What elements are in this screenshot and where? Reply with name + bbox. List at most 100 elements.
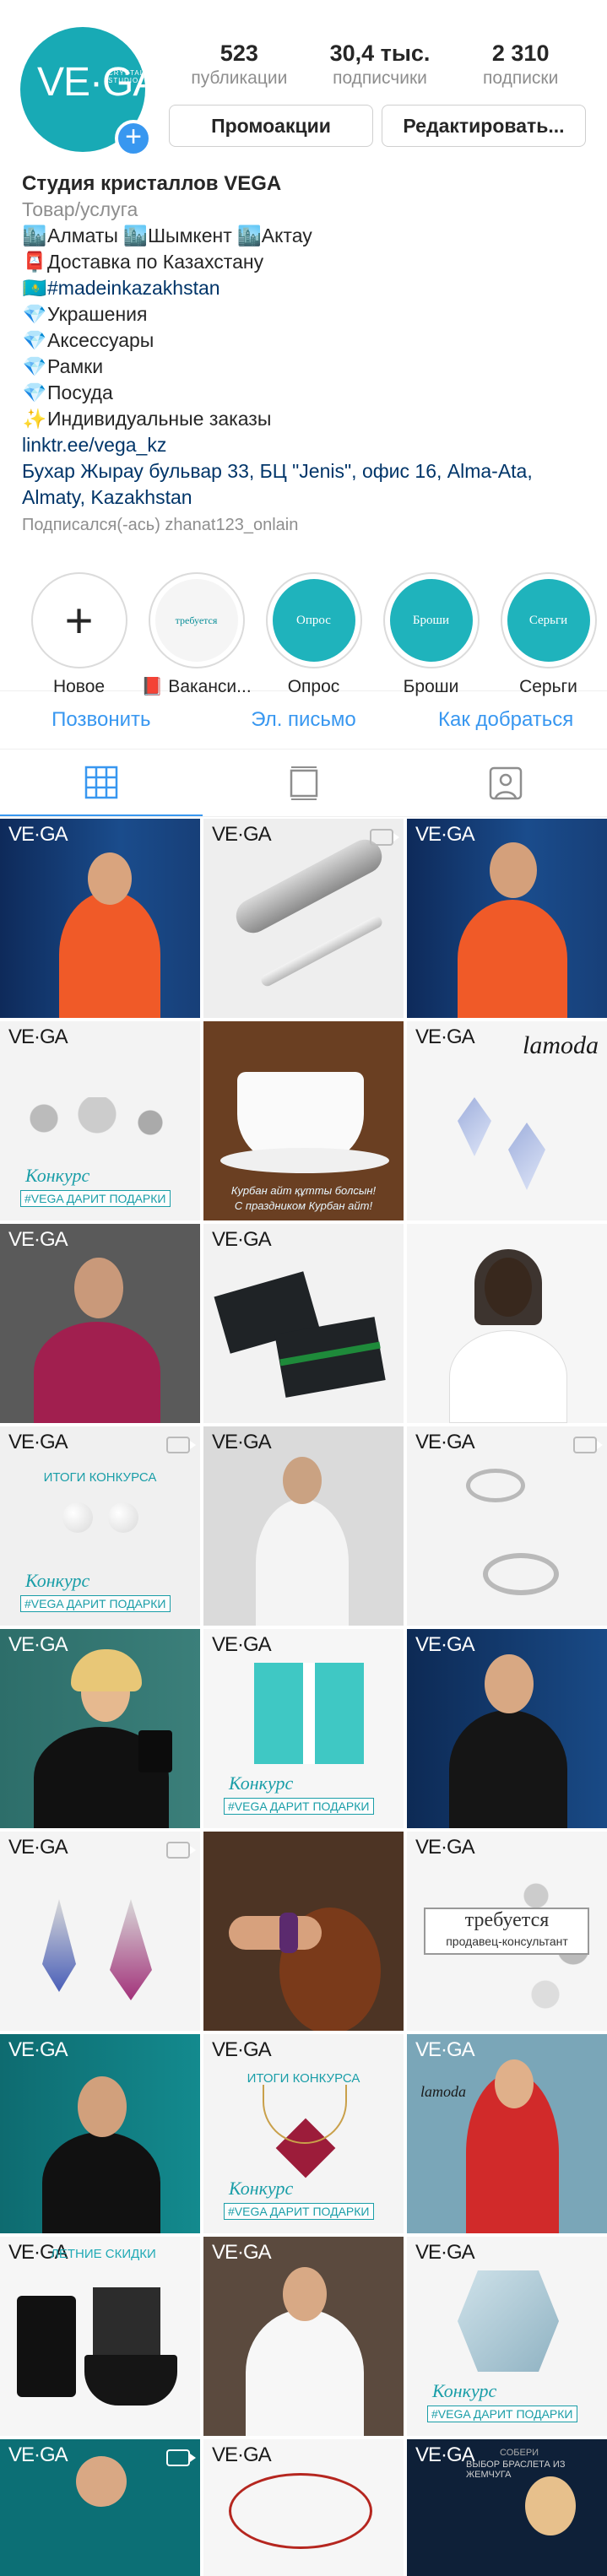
post-tile[interactable]: VE·GA [407, 1426, 607, 1626]
post-tile[interactable]: VE·GA [203, 2237, 404, 2436]
stat-posts[interactable]: 523 публикации [169, 39, 310, 89]
stat-followers[interactable]: 30,4 тыс. подписчики [310, 39, 451, 89]
stat-following[interactable]: 2 310 подписки [450, 39, 591, 89]
drop-earring [42, 1899, 76, 1992]
bio-line-text: Доставка по Казахстану [47, 251, 264, 273]
highlight-brooches[interactable]: Броши Броши [372, 572, 490, 696]
post-tile[interactable]: VE·GA [0, 2439, 200, 2576]
highlight-cover: Опрос [272, 579, 355, 662]
post-tile[interactable]: VE·GA требуется продавец-консультант [407, 1832, 607, 2031]
post-logo: VE·GA [8, 1026, 68, 1048]
post-logo: VE·GA [212, 2443, 272, 2466]
post-face [490, 842, 537, 898]
post-logo: VE·GA [415, 2038, 475, 2061]
profile-avatar[interactable]: VE·GA CRYSTAL STUDIO + [20, 27, 152, 157]
lamoda-logo: lamoda [523, 1031, 599, 1059]
post-tile[interactable] [203, 1832, 404, 2031]
bio-line: 💎Украшения [22, 301, 585, 327]
bio-line-text: Украшения [47, 303, 148, 325]
directions-button[interactable]: Как добраться [404, 691, 607, 749]
profile-bio: Студия кристаллов VEGA Товар/услуга 🏙️Ал… [0, 156, 607, 538]
post-tile[interactable]: VE·GA ЛЕТНИЕ СКИДКИ [0, 2237, 200, 2436]
highlight-earrings[interactable]: Серьги Серьги [490, 572, 607, 696]
tagged-icon [489, 766, 523, 799]
post-logo: VE·GA [8, 1228, 68, 1251]
edit-profile-button[interactable]: Редактировать... [382, 105, 586, 147]
call-button[interactable]: Позвонить [0, 691, 203, 749]
post-tile[interactable]: VE·GA [0, 1224, 200, 1423]
contest-title: Конкурс [229, 1772, 294, 1794]
post-logo: VE·GA [8, 2038, 68, 2061]
post-tile[interactable]: VE·GA [0, 1629, 200, 1828]
post-logo: VE·GA [415, 1431, 475, 1453]
bio-line-text: Аксессуары [47, 329, 154, 351]
post-tile[interactable]: VE·GA [407, 1629, 607, 1828]
post-tile[interactable]: VE·GA ИТОГИ КОНКУРСА Конкурс #VEGA ДАРИТ… [0, 1426, 200, 1626]
gem-icon: 💎 [22, 329, 47, 351]
mailbox-icon: 📮 [22, 251, 47, 273]
profile-tabs [0, 750, 607, 817]
post-person [42, 2132, 160, 2233]
post-tile[interactable]: VE·GA [203, 1224, 404, 1423]
post-tile[interactable]: lamoda VE·GA [407, 2034, 607, 2233]
contact-buttons: Позвонить Эл. письмо Как добраться [0, 690, 607, 750]
gem-icon: 💎 [22, 303, 47, 325]
post-tile[interactable]: VE·GA [407, 819, 607, 1018]
post-logo: VE·GA [212, 823, 272, 846]
post-tile[interactable]: VE·GA [203, 1426, 404, 1626]
tab-grid[interactable] [0, 750, 203, 816]
hashtag-link[interactable]: #madeinkazakhstan [47, 277, 220, 299]
gift-box [93, 2287, 160, 2363]
contest-results: ИТОГИ КОНКУРСА [247, 2071, 360, 2086]
post-tile[interactable]: Курбан айт құтты болсын! С праздником Ку… [203, 1021, 404, 1220]
post-logo: VE·GA [415, 2241, 475, 2264]
bio-address[interactable]: Бухар Жырау бульвар 33, БЦ "Jenis", офис… [22, 458, 585, 511]
highlight-cover: Серьги [507, 579, 590, 662]
add-story-plus-icon[interactable]: + [115, 120, 152, 157]
profile-name: Студия кристаллов VEGA [22, 172, 282, 195]
post-tile[interactable]: VE·GA [203, 819, 404, 1018]
bio-line: 🇰🇿#madeinkazakhstan [22, 275, 585, 301]
post-tile[interactable]: VE·GA lamoda [407, 1021, 607, 1220]
saucer [220, 1148, 389, 1173]
post-tile[interactable]: VE·GA Конкурс #VEGA ДАРИТ ПОДАРКИ [203, 1629, 404, 1828]
post-tile[interactable]: VE·GA Конкурс #VEGA ДАРИТ ПОДАРКИ [0, 1021, 200, 1220]
crystal-box [458, 2270, 559, 2372]
bio-website-link[interactable]: linktr.ee/vega_kz [22, 432, 585, 458]
silver-pen [259, 914, 384, 988]
tab-tagged[interactable] [404, 750, 607, 816]
red-bracelet [229, 2473, 372, 2549]
post-tile[interactable]: VE·GA [203, 2439, 404, 2576]
post-tile[interactable]: VE·GA ИТОГИ КОНКУРСА Конкурс #VEGA ДАРИТ… [203, 2034, 404, 2233]
video-icon [166, 1842, 196, 1859]
pendant-chain [263, 2085, 347, 2144]
followed-by[interactable]: Подписался(-ась) zhanat123_onlain [22, 512, 585, 538]
post-tile[interactable]: VE·GA Конкурс #VEGA ДАРИТ ПОДАРКИ [407, 2237, 607, 2436]
post-tile[interactable]: VE·GA [0, 1832, 200, 2031]
tab-feed[interactable] [203, 750, 405, 816]
stat-label: публикации [191, 68, 288, 88]
stat-label: подписчики [333, 68, 427, 88]
stat-value: 523 [219, 41, 258, 66]
highlight-ring: Серьги [500, 572, 597, 668]
avatar-logo-subtitle: CRYSTAL STUDIO [108, 69, 144, 84]
post-tile[interactable]: VE·GA СОБЕРИ ВЫБОР БРАСЛЕТА ИЗ ЖЕМЧУГА [407, 2439, 607, 2576]
post-tile[interactable]: VE·GA [0, 819, 200, 1018]
email-button[interactable]: Эл. письмо [203, 691, 405, 749]
contest-hashtag: #VEGA ДАРИТ ПОДАРКИ [224, 2203, 374, 2220]
stat-label: подписки [482, 68, 559, 88]
highlight-poll[interactable]: Опрос Опрос [255, 572, 372, 696]
highlight-ring: Опрос [265, 572, 362, 668]
contest-title: Конкурс [229, 2178, 294, 2199]
stat-value: 2 310 [491, 41, 550, 66]
highlight-new[interactable]: + Новое [20, 572, 138, 696]
promotions-button[interactable]: Промоакции [169, 105, 373, 147]
post-logo: VE·GA [8, 2443, 68, 2466]
post-face [525, 2476, 576, 2535]
city-icon: 🏙️ [22, 225, 47, 246]
post-tile[interactable] [407, 1224, 607, 1423]
post-logo: VE·GA [8, 1431, 68, 1453]
highlight-vacancy[interactable]: требуется 📕 Ваканси... [138, 572, 255, 696]
post-tile[interactable]: VE·GA [0, 2034, 200, 2233]
post-logo: VE·GA [415, 1633, 475, 1656]
